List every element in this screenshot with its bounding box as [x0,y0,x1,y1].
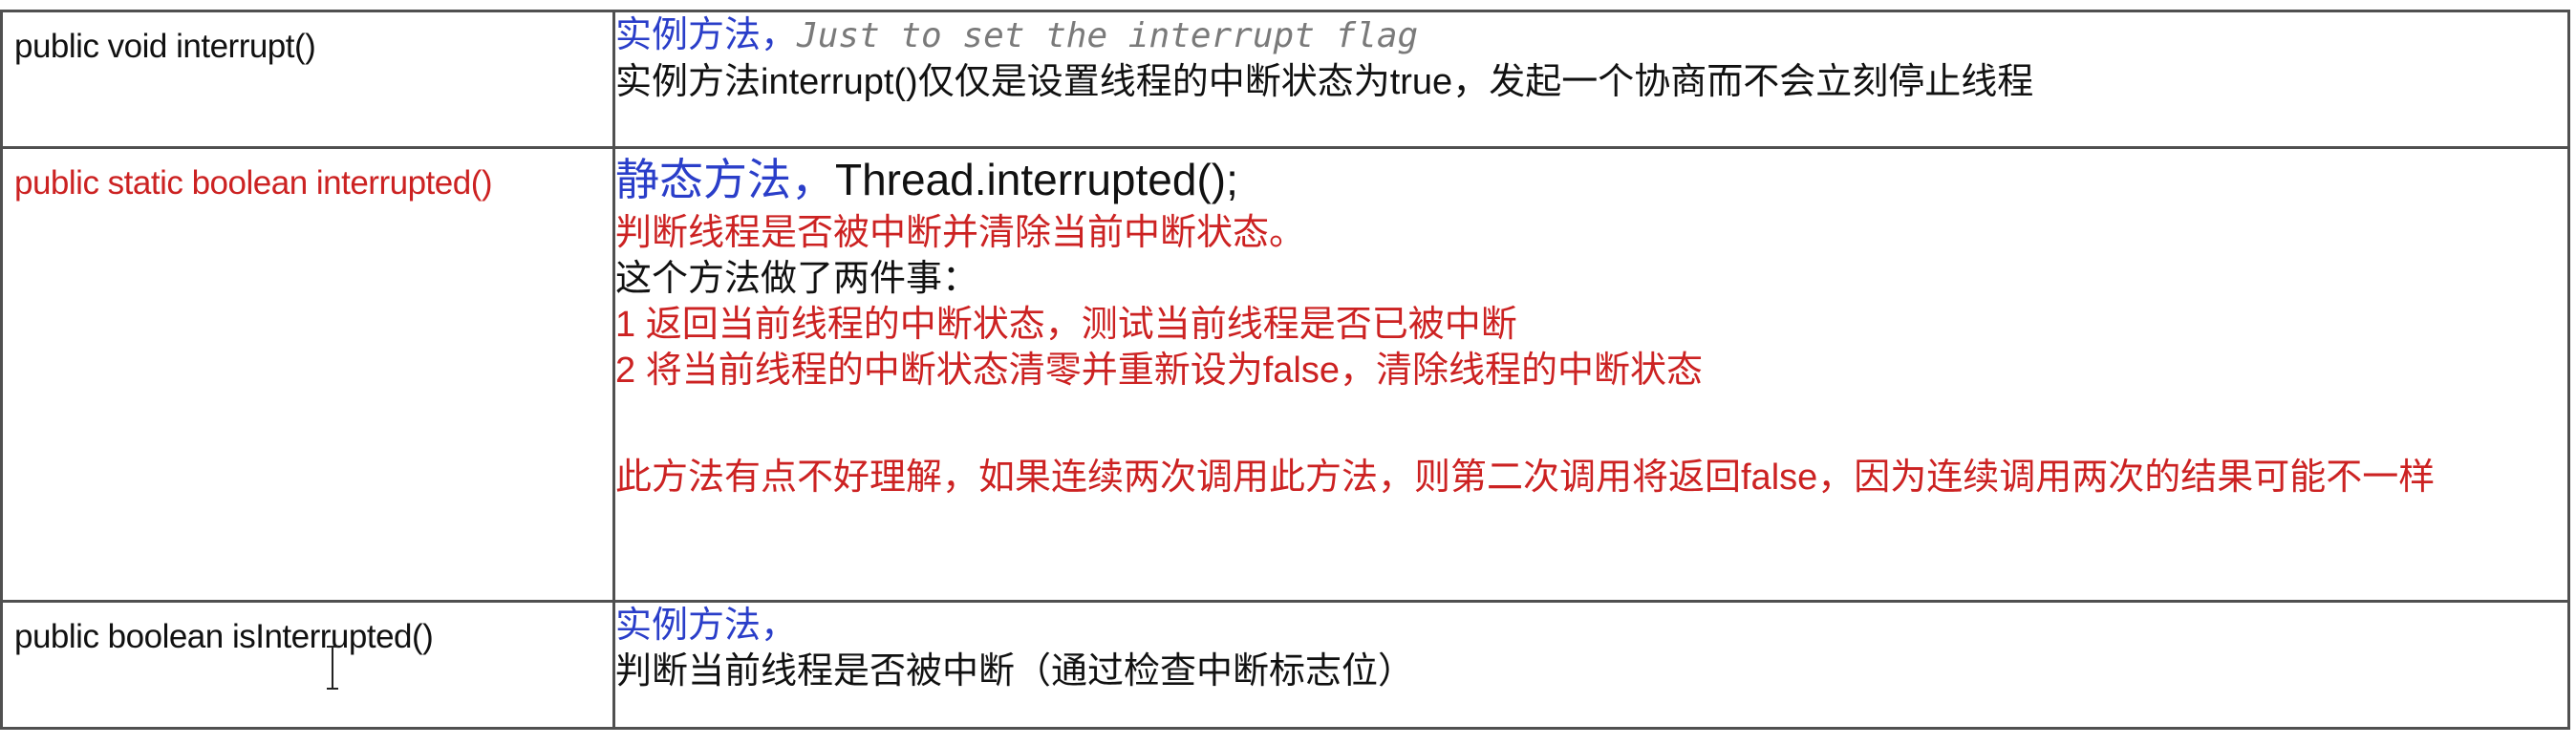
description-line: 实例方法， [615,606,798,646]
method-signature: public boolean isInterrupted() [14,618,434,655]
table-row: public boolean isInterrupted() 实例方法， 判断当… [0,600,2570,730]
description-line: 实例方法，Just to set the interrupt flag [615,12,2567,59]
description-line: 实例方法interrupt()仅仅是设置线程的中断状态为true，发起一个协商而… [615,62,2034,102]
code-call: Thread.interrupted(); [835,155,1238,204]
method-kind-label: 实例方法， [615,15,798,55]
description-line: 此方法有点不好理解，如果连续两次调用此方法，则第二次调用将返回false，因为连… [615,458,2436,498]
description-cell: 实例方法， 判断当前线程是否被中断（通过检查中断标志位） [612,600,2570,730]
method-cell: public boolean isInterrupted() [0,600,615,730]
method-cell: public void interrupt() [0,10,615,149]
description-cell: 实例方法，Just to set the interrupt flag 实例方法… [612,10,2570,149]
method-cell: public static boolean interrupted() [0,146,615,603]
method-signature: public static boolean interrupted() [14,164,493,202]
code-comment: Just to set the interrupt flag [797,16,1419,55]
method-kind-label: 静态方法， [615,155,835,204]
description-line: 这个方法做了两件事： [615,259,979,299]
description-line: 判断当前线程是否被中断（通过检查中断标志位） [615,651,1415,692]
description-cell: 静态方法，Thread.interrupted(); 判断线程是否被中断并清除当… [612,146,2570,603]
description-line: 判断线程是否被中断并清除当前中断状态。 [615,213,1306,253]
description-line: 静态方法，Thread.interrupted(); [615,149,2567,210]
method-signature: public void interrupt() [14,28,316,65]
description-line: 2 将当前线程的中断状态清零并重新设为false，清除线程的中断状态 [615,351,1703,391]
text-cursor-icon [327,646,338,690]
description-line: 1 返回当前线程的中断状态，测试当前线程是否已被中断 [615,305,1517,345]
table-row: public void interrupt() 实例方法，Just to set… [0,10,2570,149]
table-row: public static boolean interrupted() 静态方法… [0,146,2570,603]
method-table: public void interrupt() 实例方法，Just to set… [0,10,2570,730]
